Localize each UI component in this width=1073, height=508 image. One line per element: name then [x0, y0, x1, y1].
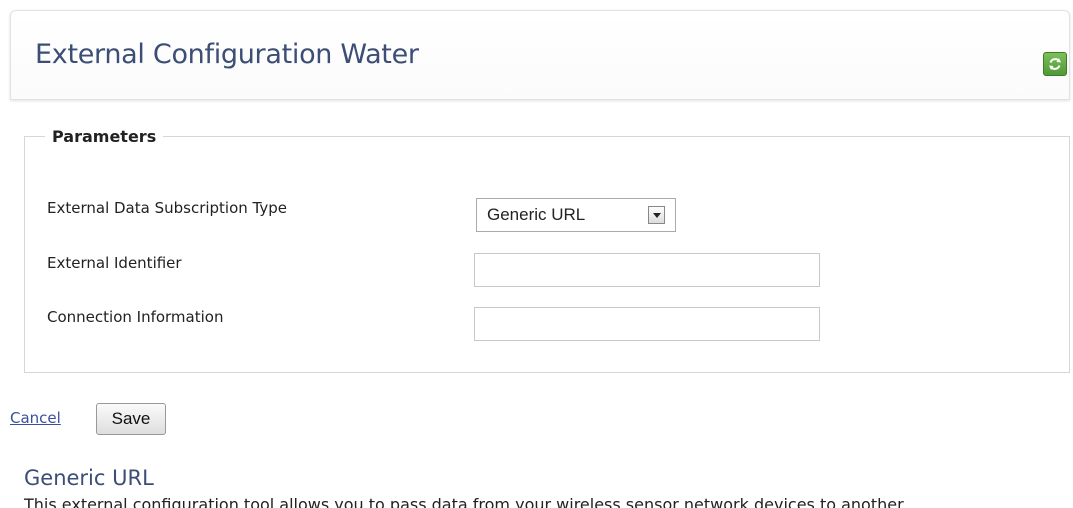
header-panel: External Configuration Water: [10, 10, 1070, 100]
save-button[interactable]: Save: [96, 403, 166, 435]
generic-url-description: This external configuration tool allows …: [24, 495, 904, 508]
subscription-type-value: Generic URL: [487, 205, 586, 224]
chevron-down-icon: [648, 206, 665, 224]
page: External Configuration Water Parameters …: [0, 0, 1073, 508]
refresh-button[interactable]: [1043, 52, 1067, 76]
cancel-link[interactable]: Cancel: [10, 409, 61, 427]
generic-url-heading: Generic URL: [24, 466, 154, 490]
refresh-icon: [1049, 58, 1061, 70]
connection-information-label: Connection Information: [47, 308, 224, 326]
external-identifier-label: External Identifier: [47, 254, 182, 272]
external-identifier-input[interactable]: [474, 253, 820, 287]
parameters-legend: Parameters: [52, 127, 157, 146]
connection-information-input[interactable]: [474, 307, 820, 341]
subscription-type-label: External Data Subscription Type: [47, 199, 288, 217]
page-title: External Configuration Water: [35, 39, 419, 70]
subscription-type-select[interactable]: Generic URL: [476, 198, 676, 232]
